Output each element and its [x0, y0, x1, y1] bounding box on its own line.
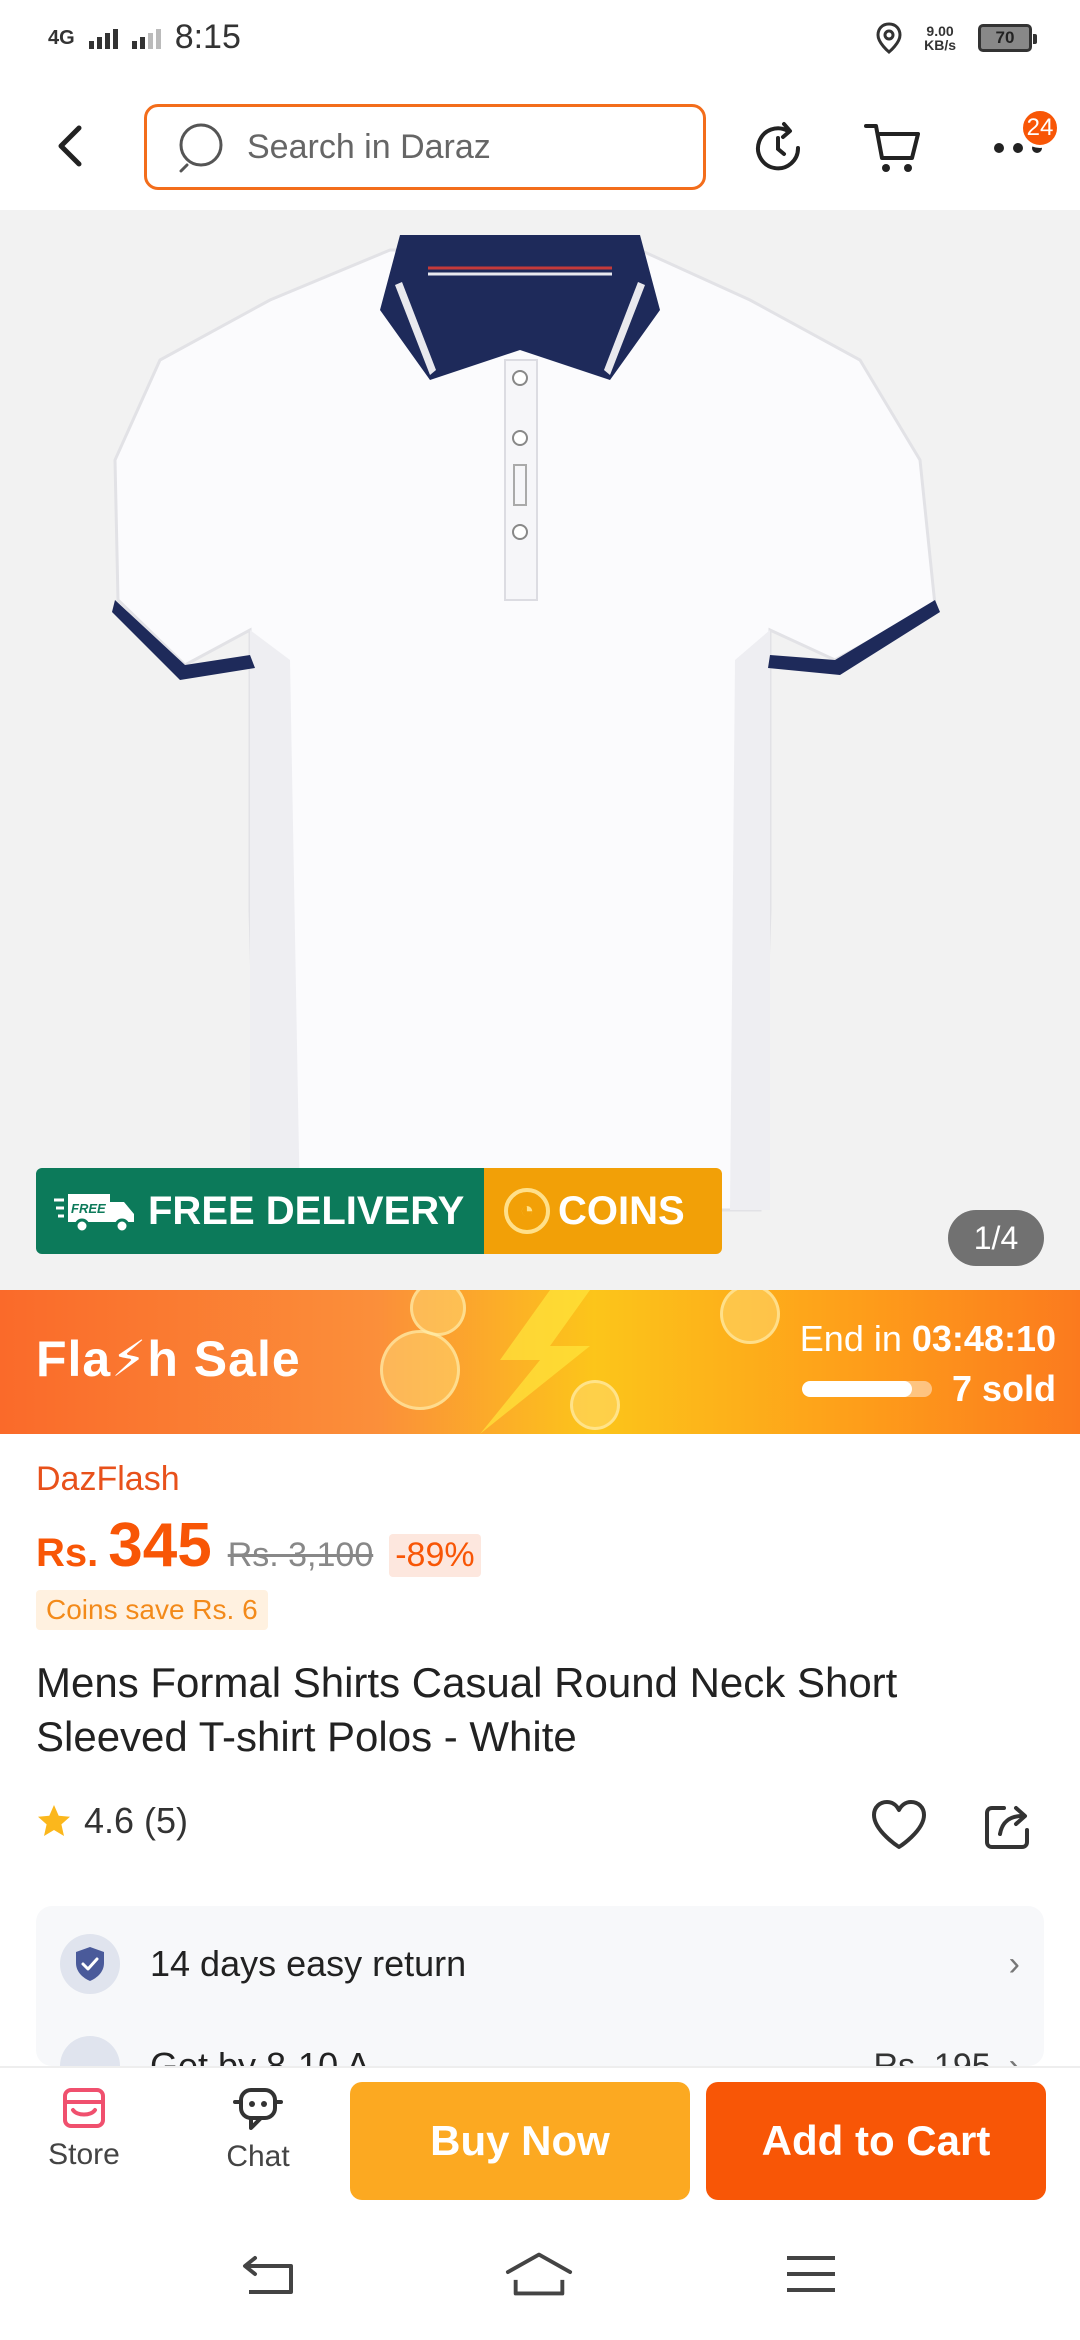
currency: Rs.	[36, 1531, 99, 1575]
buy-now-button[interactable]: Buy Now	[350, 2082, 690, 2200]
heart-icon	[872, 1800, 926, 1849]
shield-icon	[60, 1934, 120, 1994]
net-speed: 9.00 KB/s	[924, 24, 956, 52]
price-row: Rs. 345 Rs. 3,100 -89%	[36, 1510, 481, 1581]
nav-menu-icon	[787, 2256, 835, 2292]
history-icon	[756, 122, 801, 171]
back-button[interactable]	[40, 116, 100, 176]
free-tag: FREE	[71, 1201, 106, 1216]
share-button[interactable]	[978, 1796, 1038, 1856]
nav-home-button[interactable]	[504, 2244, 574, 2304]
nav-home-icon	[505, 2252, 573, 2296]
history-button[interactable]	[746, 116, 810, 180]
top-header: Search in Daraz 24	[0, 86, 1080, 210]
return-policy-text: 14 days easy return	[150, 1943, 467, 1984]
signal-2-icon	[131, 27, 161, 49]
delivery-truck-icon: FREE	[54, 1194, 134, 1234]
notification-badge: 24	[1020, 108, 1060, 148]
flash-countdown: End in 03:48:10	[800, 1318, 1056, 1360]
product-gallery[interactable]: FREE FREE DELIVERY ◔ COINS 1/4	[0, 210, 1080, 1290]
free-delivery-badge: FREE FREE DELIVERY	[36, 1168, 484, 1254]
location-icon	[876, 22, 902, 54]
search-icon	[179, 123, 223, 173]
status-left: 4G 8:15	[48, 18, 241, 57]
countdown-time: 03:48:10	[911, 1318, 1056, 1359]
discount-badge: -89%	[389, 1534, 481, 1577]
clock: 8:15	[174, 18, 241, 56]
rating-value: 4.6 (5)	[84, 1800, 189, 1841]
coin-icon: ◔	[504, 1188, 550, 1234]
back-arrow-icon	[58, 125, 82, 167]
brand-label[interactable]: DazFlash	[36, 1460, 180, 1499]
net-speed-unit: KB/s	[924, 37, 956, 53]
flash-sale-title: Fla⚡h Sale	[36, 1331, 301, 1387]
return-policy-row[interactable]: 14 days easy return ›	[60, 1934, 1020, 1994]
original-price: Rs. 3,100	[227, 1536, 374, 1574]
sold-progress-bar	[801, 1381, 932, 1397]
flash-sale-banner[interactable]: Fla⚡h Sale End in 03:48:10 7 sold	[0, 1290, 1080, 1434]
network-type: 4G	[48, 26, 75, 49]
product-image	[112, 235, 940, 1212]
chat-button[interactable]: Chat	[198, 2086, 318, 2174]
nav-back-button[interactable]	[234, 2244, 304, 2304]
wishlist-button[interactable]	[868, 1794, 930, 1856]
more-button[interactable]: 24	[976, 108, 1060, 180]
promo-banner: FREE FREE DELIVERY ◔ COINS	[36, 1168, 722, 1254]
coins-label: COINS	[558, 1188, 685, 1233]
delivery-row[interactable]: Get by 8-10 A... Rs. 195 ›	[60, 2036, 1020, 2066]
action-bar: Store Chat Buy Now Add to Cart	[0, 2066, 1080, 2206]
coins-save-badge: Coins save Rs. 6	[36, 1590, 268, 1630]
delivery-text: Get by 8-10 A...	[150, 2045, 401, 2066]
free-delivery-label: FREE DELIVERY	[148, 1188, 465, 1233]
nav-menu-button[interactable]	[776, 2244, 846, 2304]
add-to-cart-button[interactable]: Add to Cart	[706, 2082, 1046, 2200]
nav-back-icon	[243, 2256, 293, 2294]
chat-label: Chat	[226, 2140, 290, 2173]
lightning-icon	[480, 1290, 590, 1434]
chevron-right-icon: ›	[1008, 2046, 1020, 2067]
status-right: 9.00 KB/s 70	[876, 22, 1037, 54]
battery-level: 70	[995, 28, 1015, 47]
share-icon	[985, 1806, 1029, 1849]
rating[interactable]: 4.6 (5)	[36, 1800, 188, 1842]
search-input[interactable]: Search in Daraz	[144, 104, 706, 190]
sold-count: 7 sold	[951, 1368, 1056, 1409]
countdown-label: End in	[799, 1318, 902, 1359]
chevron-right-icon: ›	[1008, 1944, 1020, 1983]
search-placeholder: Search in Daraz	[247, 127, 491, 166]
chat-icon	[233, 2088, 283, 2130]
delivery-price: Rs. 195	[873, 2046, 991, 2067]
star-icon	[38, 1805, 70, 1836]
image-pager: 1/4	[948, 1210, 1044, 1266]
system-nav-bar	[0, 2206, 1080, 2340]
sold-progress-fill	[801, 1381, 913, 1397]
store-icon	[63, 2088, 105, 2128]
net-speed-value: 9.00	[926, 23, 954, 39]
delivery-icon	[60, 2036, 120, 2066]
status-bar: 4G 8:15 9.00 KB/s 70	[0, 0, 1080, 86]
cart-icon	[864, 124, 920, 172]
coin-decoration	[720, 1290, 780, 1344]
battery-icon: 70	[978, 24, 1037, 52]
coins-badge: ◔ COINS	[484, 1168, 722, 1254]
service-card: 14 days easy return › Get by 8-10 A... R…	[36, 1906, 1044, 2066]
store-label: Store	[48, 2138, 120, 2171]
product-title: Mens Formal Shirts Casual Round Neck Sho…	[36, 1659, 898, 1760]
store-button[interactable]: Store	[24, 2086, 144, 2172]
sold-progress: 7 sold	[801, 1368, 1056, 1410]
signal-icon	[88, 27, 118, 49]
current-price: 345	[108, 1511, 212, 1580]
cart-button[interactable]	[860, 116, 924, 180]
